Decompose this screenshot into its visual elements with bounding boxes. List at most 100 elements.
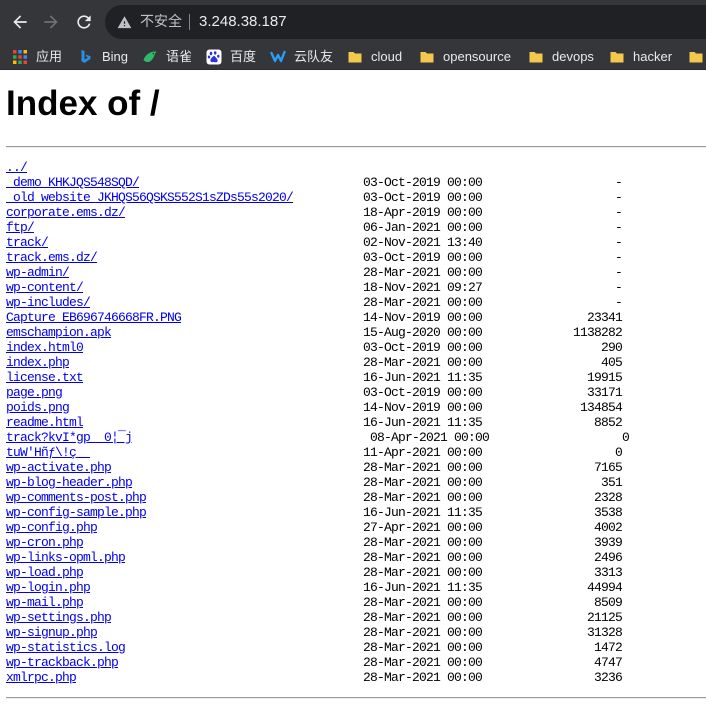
listing-row: emschampion.apk 15-Aug-2020 00:00 1138282 xyxy=(0,325,706,340)
bookmark-folder-hacker[interactable]: hacker xyxy=(603,46,672,68)
file-link[interactable]: wp-links-opml.php xyxy=(6,550,126,565)
bookmark-folder-opensource[interactable]: opensource xyxy=(413,46,511,68)
file-size: - xyxy=(614,280,623,295)
file-link[interactable]: track?kvI*gp 0¦¯j xyxy=(6,430,133,445)
file-link[interactable]: poids.png xyxy=(6,400,70,415)
file-link[interactable]: wp-statistics.log xyxy=(6,640,126,655)
listing-row: _old_website_JKHQS56QSKS552S1sZDs55s2020… xyxy=(0,190,706,205)
directory-link[interactable]: track/ xyxy=(6,235,49,250)
folder-icon xyxy=(609,49,625,65)
modified-date: 28-Mar-2021 00:00 xyxy=(363,460,483,475)
file-size: - xyxy=(614,220,623,235)
file-size: 31328 xyxy=(586,625,623,640)
listing-row: track.ems.dz/03-Oct-2019 00:00 - xyxy=(0,250,706,265)
file-link[interactable]: Capture_EB696746668FR.PNG xyxy=(6,310,182,325)
listing-row: wp-login.php 16-Jun-2021 11:35 44994 xyxy=(0,580,706,595)
bookmark-folder-cloud[interactable]: cloud xyxy=(341,46,402,68)
bookmark-yuque[interactable]: 语雀 xyxy=(136,46,192,68)
file-link[interactable]: wp-signup.php xyxy=(6,625,98,640)
modified-date: 16-Jun-2021 11:35 xyxy=(363,580,483,595)
file-link[interactable]: wp-mail.php xyxy=(6,595,84,610)
modified-date: 28-Mar-2021 00:00 xyxy=(363,625,483,640)
parent-directory-link[interactable]: ../ xyxy=(6,160,28,175)
bookmark-label: hacker xyxy=(633,49,673,64)
file-link[interactable]: wp-blog-header.php xyxy=(6,475,133,490)
security-label: 不安全 xyxy=(140,14,182,30)
file-size: 19915 xyxy=(586,370,623,385)
directory-link[interactable]: _old_website_JKHQS56QSKS552S1sZDs55s2020… xyxy=(6,190,294,205)
directory-link[interactable]: track.ems.dz/ xyxy=(6,250,98,265)
file-link[interactable]: wp-activate.php xyxy=(6,460,112,475)
listing-row: wp-load.php 28-Mar-2021 00:00 3313 xyxy=(0,565,706,580)
file-size: 4002 xyxy=(593,520,623,535)
directory-link[interactable]: _demo_KHKJQS548SQD/ xyxy=(6,175,140,190)
security-indicator[interactable]: 不安全 xyxy=(113,9,187,35)
back-button[interactable] xyxy=(4,6,36,38)
file-link[interactable]: emschampion.apk xyxy=(6,325,112,340)
listing-row: _demo_KHKJQS548SQD/03-Oct-2019 00:00 - xyxy=(0,175,706,190)
modified-date: 28-Mar-2021 00:00 xyxy=(363,295,483,310)
listing-row: ../ xyxy=(0,160,706,175)
address-bar[interactable]: 不安全 3.248.38.187 xyxy=(105,5,706,39)
baidu-icon xyxy=(206,49,222,65)
file-size: 1138282 xyxy=(572,325,623,340)
file-link[interactable]: page.png xyxy=(6,385,63,400)
bookmark-apps[interactable]: 应用 xyxy=(6,46,62,68)
file-link[interactable]: wp-config-sample.php xyxy=(6,505,147,520)
file-size: - xyxy=(614,190,623,205)
file-link[interactable]: wp-cron.php xyxy=(6,535,84,550)
bookmark-yunduiyou[interactable]: 云队友 xyxy=(264,46,333,68)
directory-link[interactable]: wp-includes/ xyxy=(6,295,91,310)
directory-link[interactable]: ftp/ xyxy=(6,220,35,235)
modified-date: 11-Apr-2021 00:00 xyxy=(363,445,483,460)
file-link[interactable]: wp-trackback.php xyxy=(6,655,119,670)
directory-link[interactable]: wp-admin/ xyxy=(6,265,70,280)
file-size: 405 xyxy=(600,355,623,370)
listing-row: readme.html 16-Jun-2021 11:35 8852 xyxy=(0,415,706,430)
file-link[interactable]: wp-config.php xyxy=(6,520,98,535)
file-link[interactable]: wp-settings.php xyxy=(6,610,112,625)
reload-button[interactable] xyxy=(68,6,100,38)
file-size: 3538 xyxy=(593,505,623,520)
listing-row: wp-admin/28-Mar-2021 00:00 - xyxy=(0,265,706,280)
file-size: 8509 xyxy=(593,595,623,610)
bookmark-folder-devops[interactable]: devops xyxy=(522,46,594,68)
modified-date: 14-Nov-2019 00:00 xyxy=(363,400,483,415)
file-size: 3236 xyxy=(593,670,623,685)
bookmark-label: 云队友 xyxy=(294,49,334,64)
directory-link[interactable]: corporate.ems.dz/ xyxy=(6,205,126,220)
bookmark-label: 语雀 xyxy=(166,49,193,64)
bing-icon xyxy=(78,49,94,65)
warning-triangle-icon xyxy=(117,15,132,30)
bookmark-bing[interactable]: Bing xyxy=(72,46,128,68)
file-link[interactable]: wp-login.php xyxy=(6,580,91,595)
file-link[interactable]: readme.html xyxy=(6,415,84,430)
modified-date: 28-Mar-2021 00:00 xyxy=(363,490,483,505)
file-link[interactable]: tuW'Hñƒ\!ç xyxy=(6,445,90,460)
listing-row: wp-settings.php 28-Mar-2021 00:00 21125 xyxy=(0,610,706,625)
file-link[interactable]: license.txt xyxy=(6,370,84,385)
modified-date: 28-Mar-2021 00:00 xyxy=(363,655,483,670)
bookmark-label: 应用 xyxy=(36,49,63,64)
bookmark-label: opensource xyxy=(443,49,511,64)
bookmark-folder-overflow[interactable] xyxy=(682,46,704,68)
file-link[interactable]: index.html0 xyxy=(6,340,84,355)
file-link[interactable]: wp-load.php xyxy=(6,565,84,580)
file-size: 0 xyxy=(621,430,630,445)
listing-row: ftp/06-Jan-2021 00:00 - xyxy=(0,220,706,235)
file-size: 23341 xyxy=(586,310,623,325)
modified-date: 28-Mar-2021 00:00 xyxy=(363,595,483,610)
file-link[interactable]: xmlrpc.php xyxy=(6,670,77,685)
yuque-icon xyxy=(142,49,158,65)
listing-row: track?kvI*gp 0¦¯j 08-Apr-2021 00:00 0 xyxy=(0,430,706,445)
file-link[interactable]: wp-comments-post.php xyxy=(6,490,147,505)
file-size: - xyxy=(614,265,623,280)
forward-button[interactable] xyxy=(35,6,67,38)
url-text[interactable]: 3.248.38.187 xyxy=(199,13,287,31)
directory-link[interactable]: wp-content/ xyxy=(6,280,84,295)
bookmark-baidu[interactable]: 百度 xyxy=(200,46,256,68)
file-size: 3313 xyxy=(593,565,623,580)
arrow-right-icon xyxy=(41,12,61,32)
modified-date: 16-Jun-2021 11:35 xyxy=(363,505,483,520)
file-link[interactable]: index.php xyxy=(6,355,70,370)
